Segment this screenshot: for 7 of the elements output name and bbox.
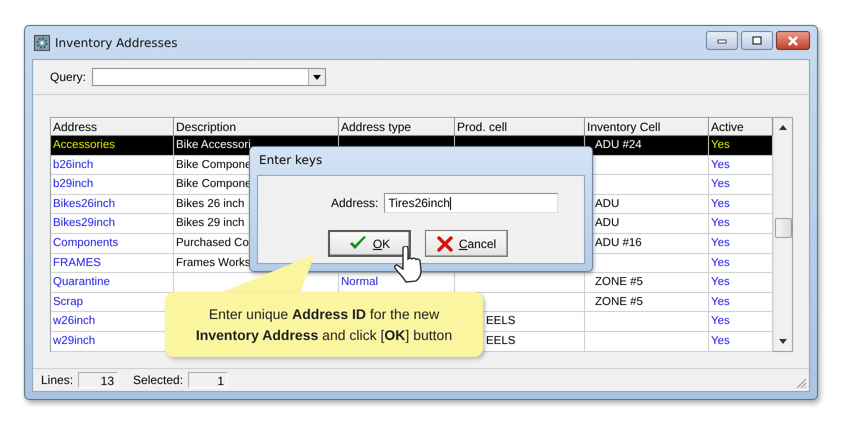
query-label: Query: [50, 70, 86, 84]
lines-count: 13 [78, 372, 118, 388]
callout-text: Enter unique Address ID for the new Inventory Address and click [OK] button [195, 304, 453, 345]
window-title: Inventory Addresses [55, 36, 178, 50]
selected-count: 1 [188, 372, 228, 388]
selected-label: Selected: [133, 373, 184, 387]
lines-label: Lines: [41, 373, 74, 387]
